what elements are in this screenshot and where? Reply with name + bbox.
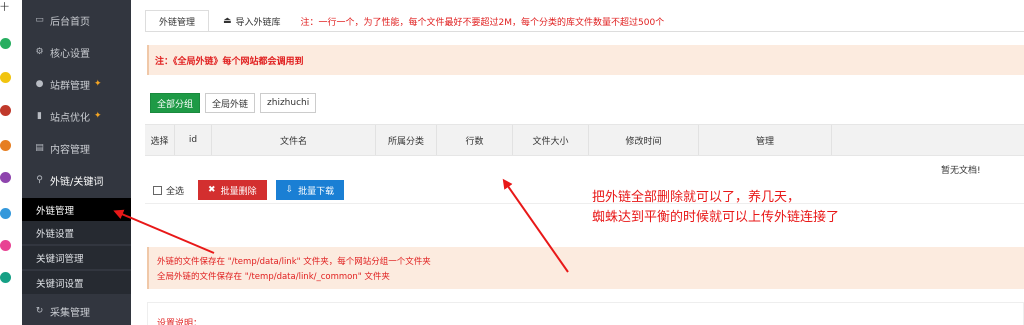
annotation-line: 蜘蛛达到平衡的时候就可以上传外链连接了	[592, 210, 840, 225]
app-root: 十 ▭ 后台首页 ⚙ 核心设置 ● 站群管理 ✦ ▮ 站点优化 ✦ ▤ 内容管理…	[0, 0, 1024, 325]
annotation-arrow	[113, 209, 215, 254]
annotation-arrow	[502, 178, 569, 273]
annotation-note: 把外链全部删除就可以了，养几天， 蜘蛛达到平衡的时候就可以上传外链连接了	[592, 188, 839, 228]
annotation-arrows	[113, 178, 569, 273]
annotation-line: 把外链全部删除就可以了，养几天，	[592, 190, 801, 205]
